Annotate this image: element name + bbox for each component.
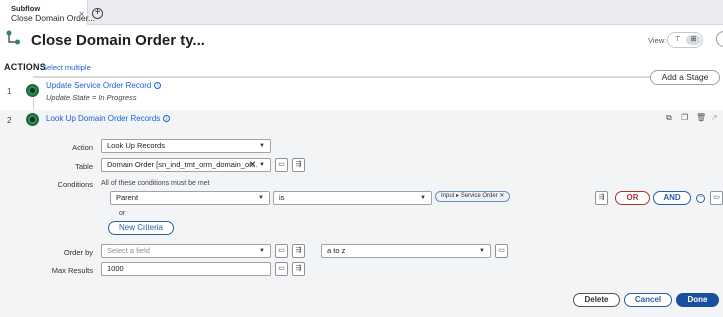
table-value: Domain Order [sn_ind_tmt_orm_domain_or..… [107, 160, 258, 169]
select-multiple-link[interactable]: Select multiple [42, 63, 91, 72]
action-label: Action [72, 143, 93, 152]
condition-field-value: Parent [116, 193, 139, 202]
table-label: Table [75, 162, 93, 171]
action-select[interactable]: Look Up Records ▼ [101, 139, 271, 153]
step-name: Look Up Domain Order Records [46, 114, 161, 123]
add-stage-button[interactable]: Add a Stage [650, 70, 720, 85]
chevron-down-icon: ▼ [479, 248, 485, 254]
chevron-down-icon: ▼ [259, 248, 265, 254]
data-pill-picker-icon[interactable]: ▭ [275, 244, 288, 258]
order-by-select[interactable]: Select a field ▼ [101, 244, 271, 258]
data-pill-picker-icon[interactable]: ▭ [710, 191, 723, 205]
chevron-down-icon: ▼ [259, 143, 265, 149]
order-direction-select[interactable]: a to z ▼ [321, 244, 491, 258]
chevron-down-icon: ▼ [258, 195, 264, 201]
or-separator: or [119, 210, 126, 217]
step-number: 2 [7, 116, 12, 125]
step-number: 1 [7, 87, 12, 96]
tab-close-icon[interactable]: × [79, 9, 84, 19]
info-icon[interactable]: i [163, 115, 171, 122]
info-icon[interactable]: i [154, 82, 162, 89]
script-icon[interactable]: ⇶ [292, 244, 305, 258]
tab-title: Close Domain Order... [11, 13, 96, 23]
step-subtitle: Update State = In Progress [46, 93, 137, 102]
more-options-icon[interactable] [716, 31, 723, 47]
actions-heading: ACTIONS [4, 62, 46, 72]
subflow-icon [6, 30, 20, 45]
step-status-icon [26, 84, 39, 97]
condition-operator-select[interactable]: is ▼ [273, 191, 432, 205]
script-icon[interactable]: ⇶ [292, 262, 305, 276]
and-button[interactable]: AND [653, 191, 691, 205]
add-tab-icon[interactable]: + [92, 8, 103, 19]
order-by-placeholder: Select a field [107, 246, 150, 255]
condition-operator-value: is [279, 193, 285, 202]
view-label: View: [648, 36, 667, 45]
step-link-look-up-domain-order[interactable]: Look Up Domain Order Records i [46, 114, 171, 123]
max-results-input[interactable]: 1000 [101, 262, 271, 276]
flow-header: Close Domain Order ty... View: ⊤ ⊞ [0, 26, 723, 54]
script-icon[interactable]: ⇶ [292, 158, 305, 172]
action-value: Look Up Records [107, 141, 165, 150]
order-direction-value: a to z [327, 246, 346, 255]
condition-field-select[interactable]: Parent ▼ [110, 191, 270, 205]
copy-icon[interactable]: ⧉ [666, 113, 672, 123]
step-status-icon [26, 113, 39, 126]
remove-condition-icon[interactable]: − [696, 194, 705, 203]
done-button[interactable]: Done [676, 293, 719, 307]
step-name: Update Service Order Record [46, 81, 152, 90]
tab-bar: Subflow Close Domain Order... × + [0, 0, 723, 25]
conditions-hint: All of these conditions must be met [101, 180, 210, 187]
cancel-button[interactable]: Cancel [624, 293, 672, 307]
data-pill-picker-icon[interactable]: ▭ [495, 244, 508, 258]
tab-subflow[interactable]: Subflow Close Domain Order... × [0, 0, 96, 25]
delete-button[interactable]: Delete [573, 293, 620, 307]
tab-type-label: Subflow [11, 4, 41, 13]
duplicate-icon[interactable]: ❐ [681, 113, 688, 122]
order-by-label: Order by [63, 248, 93, 257]
new-criteria-button[interactable]: New Criteria [108, 221, 174, 235]
page-title: Close Domain Order ty... [31, 32, 205, 49]
data-pill-chip[interactable]: Input ▸ Service Order ✕ [435, 191, 510, 202]
data-pill-picker-icon[interactable]: ▭ [275, 158, 288, 172]
data-pill-picker-icon[interactable]: ▭ [275, 262, 288, 276]
grid-view-icon[interactable]: ⊞ [686, 35, 701, 45]
or-button[interactable]: OR [615, 191, 650, 205]
delete-icon[interactable]: 🗑 [696, 113, 706, 122]
view-toggle[interactable]: ⊤ ⊞ [667, 32, 703, 48]
stage-divider [33, 76, 650, 78]
clear-icon[interactable]: ✕ [249, 159, 256, 171]
max-results-label: Max Results [51, 266, 93, 275]
table-select[interactable]: Domain Order [sn_ind_tmt_orm_domain_or..… [101, 158, 271, 172]
script-icon[interactable]: ⇶ [595, 191, 608, 205]
chevron-down-icon: ▼ [420, 195, 426, 201]
open-icon[interactable]: ↗ [711, 113, 718, 122]
list-view-icon[interactable]: ⊤ [670, 35, 685, 45]
step-link-update-service-order[interactable]: Update Service Order Record i [46, 81, 162, 90]
chevron-down-icon: ▼ [259, 162, 265, 168]
conditions-label: Conditions [57, 180, 93, 189]
